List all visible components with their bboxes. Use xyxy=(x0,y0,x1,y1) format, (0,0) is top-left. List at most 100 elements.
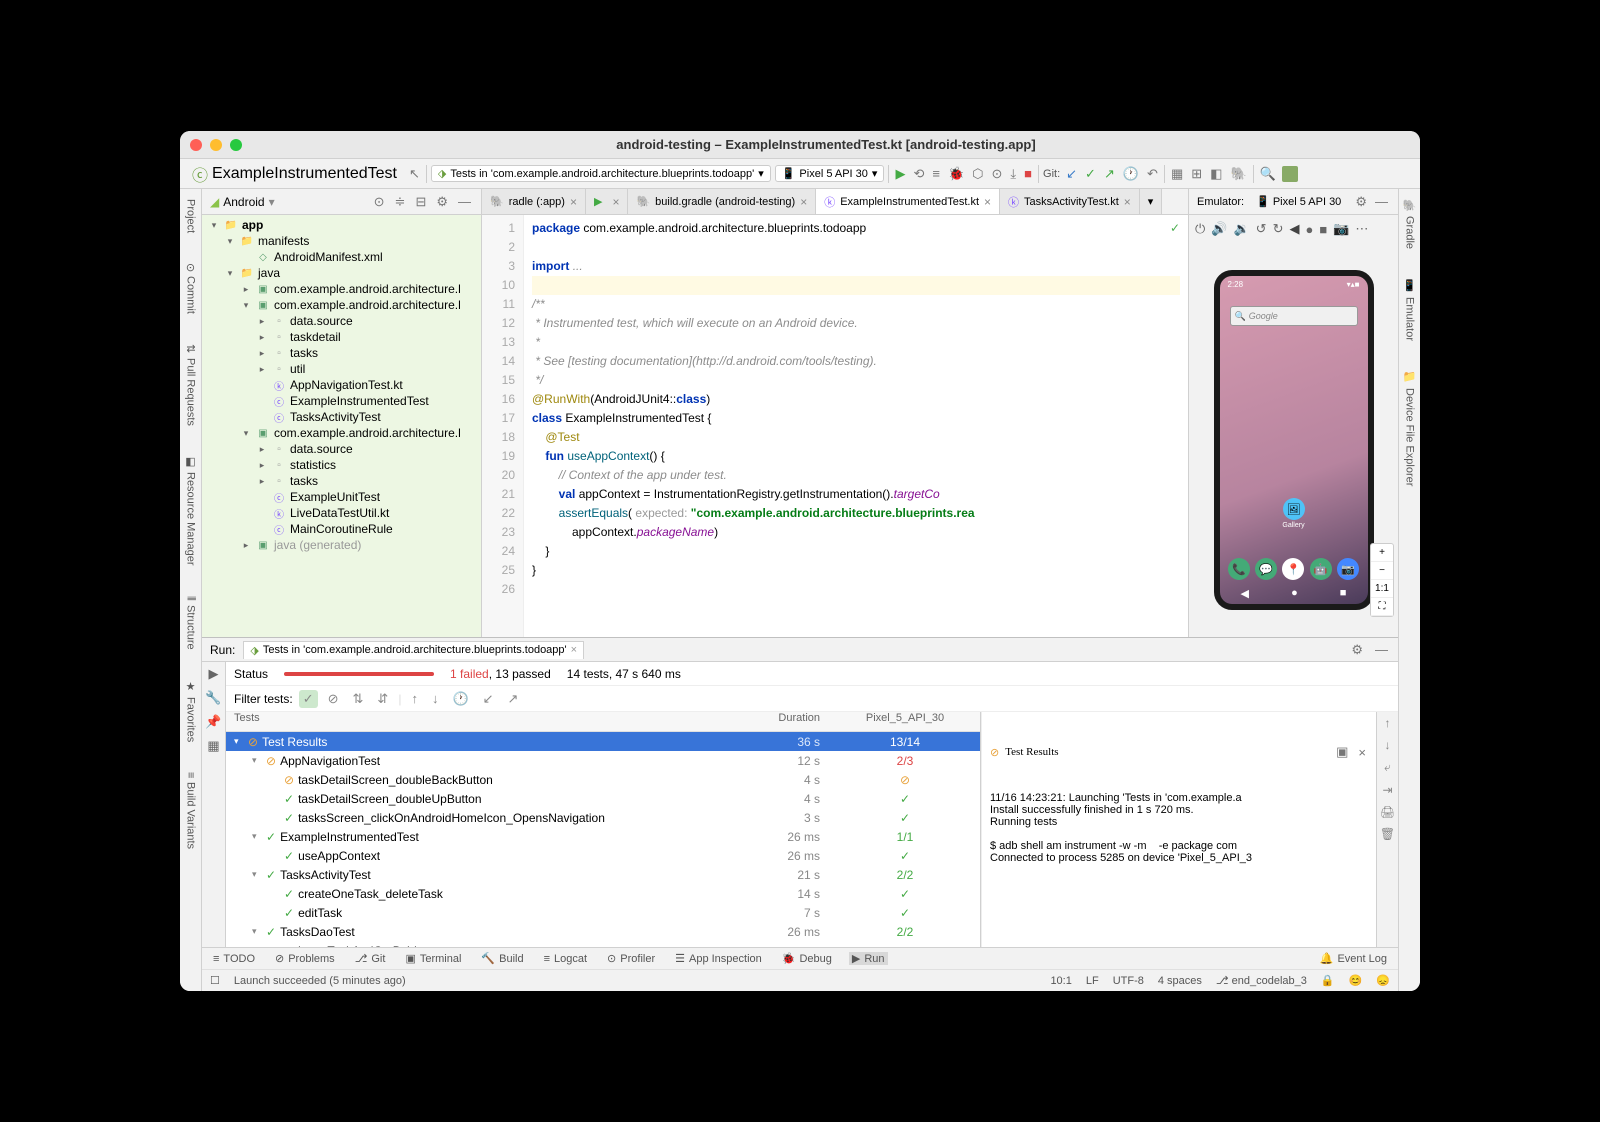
device-selector[interactable]: 📱 Pixel 5 API 30 ▾ xyxy=(775,165,885,182)
test-row[interactable]: ▾⊘Test Results36 s13/14 xyxy=(226,732,980,751)
resource-manager-tool[interactable]: ◧ Resource Manager xyxy=(184,455,197,566)
prev-failed[interactable]: ↑ xyxy=(407,690,422,707)
line-separator[interactable]: LF xyxy=(1086,975,1099,987)
bottom-tab-build[interactable]: 🔨Build xyxy=(478,952,526,965)
pull-requests-tool[interactable]: ⇅ Pull Requests xyxy=(184,344,197,425)
power-icon[interactable]: ⏻ xyxy=(1195,221,1205,237)
minimize-window[interactable] xyxy=(210,139,222,151)
avd-manager-icon[interactable]: ▦ xyxy=(1169,166,1185,182)
tree-item[interactable]: ⓒMainCoroutineRule xyxy=(202,521,481,537)
git-history-icon[interactable]: 🕐 xyxy=(1121,166,1141,182)
test-row[interactable]: ✓createOneTask_deleteTask14 s✓ xyxy=(226,884,980,903)
test-row[interactable]: ✓taskDetailScreen_doubleUpButton4 s✓ xyxy=(226,789,980,808)
hide-icon[interactable]: — xyxy=(1373,194,1390,210)
close-icon[interactable]: × xyxy=(1124,195,1131,209)
collapse-all-icon[interactable]: ⊟ xyxy=(413,194,428,210)
next-failed[interactable]: ↓ xyxy=(428,690,443,707)
tree-item[interactable]: ▸▫data.source xyxy=(202,441,481,457)
sad-icon[interactable]: 😞 xyxy=(1376,974,1390,987)
breadcrumb[interactable]: ⓒ ExampleInstrumentedTest xyxy=(186,160,403,188)
tree-item[interactable]: ▸▣com.example.android.architecture.l xyxy=(202,281,481,297)
nav-back[interactable]: ◀ xyxy=(1241,587,1249,600)
messages-app-icon[interactable]: 💬 xyxy=(1255,558,1277,580)
nav-recent[interactable]: ■ xyxy=(1340,587,1347,600)
close-icon[interactable]: × xyxy=(612,195,619,209)
file-encoding[interactable]: UTF-8 xyxy=(1113,975,1144,987)
run-tab[interactable]: ⬗ Tests in 'com.example.android.architec… xyxy=(243,641,584,659)
export-tests[interactable]: ↗ xyxy=(504,690,523,708)
code-content[interactable]: package com.example.android.architecture… xyxy=(524,215,1188,637)
project-tool[interactable]: Project xyxy=(185,199,197,233)
print-icon[interactable]: 🖨 xyxy=(1380,805,1395,819)
search-icon[interactable]: 🔍 xyxy=(1258,166,1278,182)
test-row[interactable]: ⊘taskDetailScreen_doubleBackButton4 s⊘ xyxy=(226,770,980,789)
editor-tab[interactable]: 🐘build.gradle (android-testing)× xyxy=(628,189,816,214)
tree-item[interactable]: ▸▫util xyxy=(202,361,481,377)
bottom-tab-todo[interactable]: ≡TODO xyxy=(210,952,258,965)
zoom-in[interactable]: + xyxy=(1371,544,1393,562)
test-row[interactable]: ▾⊘AppNavigationTest12 s2/3 xyxy=(226,751,980,770)
tree-item[interactable]: ▾📁manifests xyxy=(202,233,481,249)
gallery-app-icon[interactable]: 🖼 xyxy=(1283,498,1305,520)
project-view-mode[interactable]: Android xyxy=(223,195,264,209)
overview-icon[interactable]: ■ xyxy=(1319,222,1327,237)
checkbox-icon[interactable]: ☐ xyxy=(210,974,220,987)
screenshot-icon[interactable]: 📷 xyxy=(1333,221,1349,237)
nav-home[interactable]: ● xyxy=(1291,587,1298,600)
volume-up-icon[interactable]: 🔊 xyxy=(1211,221,1227,237)
bottom-tab-debug[interactable]: 🐞Debug xyxy=(779,952,835,965)
test-row[interactable]: ▾✓ExampleInstrumentedTest26 ms1/1 xyxy=(226,827,980,846)
git-commit-icon[interactable]: ✓ xyxy=(1083,166,1098,182)
hide-icon[interactable]: — xyxy=(456,194,473,210)
maximize-window[interactable] xyxy=(230,139,242,151)
tree-item[interactable]: ▾📁java xyxy=(202,265,481,281)
soft-wrap-icon[interactable]: ⤶ xyxy=(1384,760,1391,775)
tree-item[interactable]: ⓒTasksActivityTest xyxy=(202,409,481,425)
git-push-icon[interactable]: ↗ xyxy=(1102,166,1117,182)
tabs-dropdown[interactable]: ▾ xyxy=(1140,189,1163,214)
tree-item[interactable]: ▸▫taskdetail xyxy=(202,329,481,345)
tree-item[interactable]: ▸▫statistics xyxy=(202,457,481,473)
close-icon[interactable]: × xyxy=(800,195,807,209)
test-console[interactable]: ⊘ Test Results ▣ × 11/16 14:23:21: Launc… xyxy=(981,712,1376,947)
bottom-tab-problems[interactable]: ⊘Problems xyxy=(272,952,338,965)
smile-icon[interactable]: 😊 xyxy=(1349,974,1363,987)
build-variants-tool[interactable]: ≡ Build Variants xyxy=(185,772,197,849)
back-nav-icon[interactable]: ↖ xyxy=(407,166,422,182)
stop-button[interactable]: ■ xyxy=(1022,166,1034,181)
volume-down-icon[interactable]: 🔉 xyxy=(1233,221,1249,237)
test-row[interactable]: ▾✓TasksActivityTest21 s2/2 xyxy=(226,865,980,884)
gear-icon[interactable]: ⚙ xyxy=(434,194,450,210)
home-icon[interactable]: ● xyxy=(1305,222,1313,237)
close-icon[interactable]: × xyxy=(570,195,577,209)
test-row[interactable]: ▾✓TasksDaoTest26 ms2/2 xyxy=(226,922,980,941)
close-icon[interactable]: × xyxy=(984,195,991,209)
profile-icon[interactable]: ⊙ xyxy=(990,166,1005,182)
gear-icon[interactable]: ⚙ xyxy=(1353,194,1369,210)
down-icon[interactable]: ↓ xyxy=(1385,738,1391,752)
bottom-tab-terminal[interactable]: ▣Terminal xyxy=(402,952,464,965)
project-tree[interactable]: ▾📁app▾📁manifests◇AndroidManifest.xml▾📁ja… xyxy=(202,215,481,637)
tree-item[interactable]: ▸▫tasks xyxy=(202,473,481,489)
close-icon[interactable]: × xyxy=(571,644,577,656)
close-window[interactable] xyxy=(190,139,202,151)
commit-tool[interactable]: ⊙ Commit xyxy=(184,263,197,314)
editor-tab[interactable]: ▶× xyxy=(586,189,628,214)
sync-gradle-icon[interactable]: 🐘 xyxy=(1228,166,1248,182)
sort-alpha[interactable]: ⇅ xyxy=(349,690,368,708)
bottom-tab-app-inspection[interactable]: ☰App Inspection xyxy=(672,952,765,965)
zoom-fit[interactable]: ⛶ xyxy=(1371,598,1393,616)
hide-icon[interactable]: — xyxy=(1373,642,1390,657)
rotate-right-icon[interactable]: ↻ xyxy=(1273,221,1284,237)
git-branch[interactable]: ⎇ end_codelab_3 xyxy=(1216,974,1307,987)
editor-tab[interactable]: ⓚTasksActivityTest.kt× xyxy=(1000,189,1140,214)
pin-icon[interactable]: 📌 xyxy=(205,714,221,730)
gradle-tool[interactable]: 🐘 Gradle xyxy=(1403,199,1416,249)
expand-all-icon[interactable]: ≑ xyxy=(393,194,408,210)
sort-duration[interactable]: ⇵ xyxy=(373,690,392,708)
favorites-tool[interactable]: ★ Favorites xyxy=(184,680,197,742)
git-revert-icon[interactable]: ↶ xyxy=(1145,166,1160,182)
toggle-auto-icon[interactable]: 🔧 xyxy=(205,690,221,706)
close-icon[interactable]: × xyxy=(1356,745,1368,760)
zoom-out[interactable]: − xyxy=(1371,562,1393,580)
